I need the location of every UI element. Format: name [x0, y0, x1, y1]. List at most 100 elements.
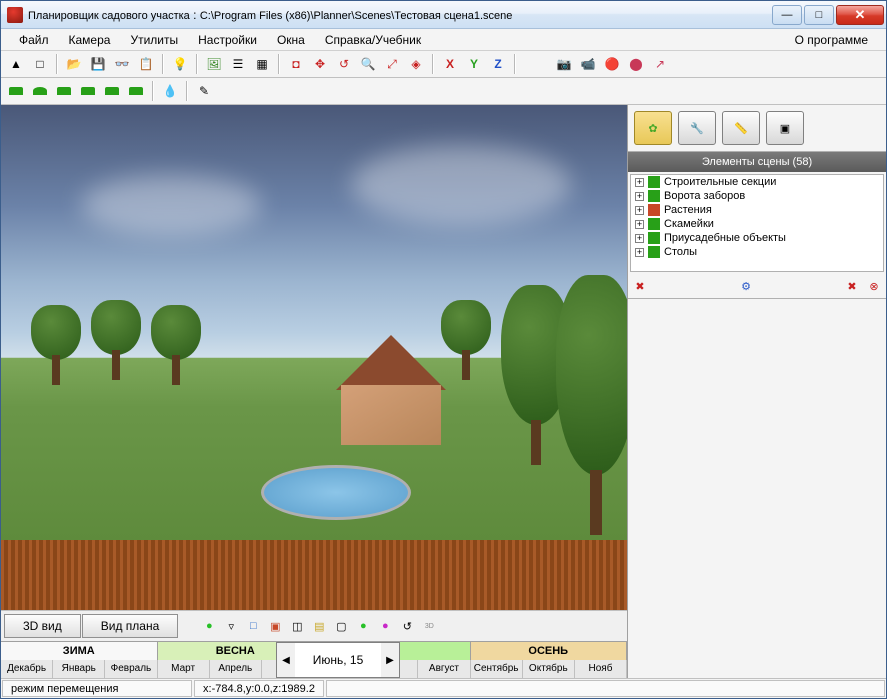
- view-plan-button[interactable]: Вид плана: [82, 614, 179, 638]
- expand-icon[interactable]: +: [635, 220, 644, 229]
- menu-camera[interactable]: Камера: [59, 30, 121, 50]
- camera4-icon[interactable]: ⬤: [625, 53, 647, 75]
- tool7-icon[interactable]: ●: [353, 616, 373, 636]
- tree-item-0[interactable]: +Строительные секции: [631, 175, 883, 189]
- tree-item-2[interactable]: +Растения: [631, 203, 883, 217]
- status-empty: [326, 680, 885, 697]
- tab-tools-icon[interactable]: 🔧: [678, 111, 716, 145]
- terrain-flat-icon[interactable]: [5, 80, 27, 102]
- water-icon[interactable]: 💧: [159, 80, 181, 102]
- config-icon[interactable]: ⚙: [737, 277, 755, 295]
- dot-green-icon[interactable]: ●: [199, 616, 219, 636]
- scene-tree[interactable]: +Строительные секции +Ворота заборов +Ра…: [630, 174, 884, 272]
- minimize-button[interactable]: —: [772, 5, 802, 25]
- tab-box-icon[interactable]: ▣: [766, 111, 804, 145]
- tree-item-5[interactable]: +Столы: [631, 245, 883, 259]
- tab-scene-icon[interactable]: ✿: [634, 111, 672, 145]
- terrain-smooth-icon[interactable]: [125, 80, 147, 102]
- terrain-valley-icon[interactable]: [53, 80, 75, 102]
- menu-about[interactable]: О программе: [785, 30, 878, 50]
- date-control: ◀ Июнь, 15 ▶: [276, 642, 400, 678]
- tab-measure-icon[interactable]: 📏: [722, 111, 760, 145]
- pointer-icon[interactable]: ▲: [5, 53, 27, 75]
- eyedropper-icon[interactable]: ✎: [193, 80, 215, 102]
- axis-z-button[interactable]: Z: [487, 53, 509, 75]
- 3d-viewport[interactable]: [1, 105, 627, 610]
- panel-content: [628, 299, 886, 678]
- tool4-icon[interactable]: ◫: [287, 616, 307, 636]
- app-window: Планировщик садового участка : C:\Progra…: [0, 0, 887, 699]
- tree-item-1[interactable]: +Ворота заборов: [631, 189, 883, 203]
- month-oct[interactable]: Октябрь: [523, 660, 575, 678]
- menu-file[interactable]: Файл: [9, 30, 59, 50]
- zoom-icon[interactable]: 🔍: [357, 53, 379, 75]
- camera5-icon[interactable]: ↗: [649, 53, 671, 75]
- copy-icon[interactable]: 📋: [135, 53, 157, 75]
- terrain-lower-icon[interactable]: [101, 80, 123, 102]
- date-next-button[interactable]: ▶: [381, 643, 399, 677]
- tool3-icon[interactable]: ▣: [265, 616, 285, 636]
- open-icon[interactable]: 📂: [63, 53, 85, 75]
- camera3-icon[interactable]: 🔴: [601, 53, 623, 75]
- camera2-icon[interactable]: 📹: [577, 53, 599, 75]
- view-3d-button[interactable]: 3D вид: [4, 614, 81, 638]
- tool10-icon[interactable]: 3D: [419, 616, 439, 636]
- expand-icon[interactable]: +: [635, 178, 644, 187]
- list-icon[interactable]: ☰: [227, 53, 249, 75]
- season-winter[interactable]: ЗИМА: [1, 642, 158, 660]
- month-apr[interactable]: Апрель: [210, 660, 262, 678]
- move-icon[interactable]: ✥: [309, 53, 331, 75]
- building-icon: [648, 176, 660, 188]
- tool9-icon[interactable]: ↺: [397, 616, 417, 636]
- new-icon[interactable]: □: [29, 53, 51, 75]
- menu-windows[interactable]: Окна: [267, 30, 315, 50]
- camera-icon[interactable]: 📷: [553, 53, 575, 75]
- expand-icon[interactable]: +: [635, 192, 644, 201]
- terrain-raise-icon[interactable]: [77, 80, 99, 102]
- axis-y-button[interactable]: Y: [463, 53, 485, 75]
- tool2-icon[interactable]: □: [243, 616, 263, 636]
- close-button[interactable]: ✕: [836, 5, 884, 25]
- month-dec[interactable]: Декабрь: [1, 660, 53, 678]
- month-sep[interactable]: Сентябрь: [471, 660, 523, 678]
- expand-icon[interactable]: +: [635, 248, 644, 257]
- timeline: ЗИМА ВЕСНА ТО ОСЕНЬ ◀ Июнь, 15 ▶ Декабрь…: [1, 641, 627, 678]
- month-nov[interactable]: Нояб: [575, 660, 627, 678]
- gate-icon: [648, 190, 660, 202]
- tool8-icon[interactable]: ●: [375, 616, 395, 636]
- menu-settings[interactable]: Настройки: [188, 30, 267, 50]
- month-jan[interactable]: Январь: [53, 660, 105, 678]
- menu-help[interactable]: Справка/Учебник: [315, 30, 431, 50]
- month-aug[interactable]: Август: [418, 660, 470, 678]
- axis-x-button[interactable]: X: [439, 53, 461, 75]
- save-icon[interactable]: 💾: [87, 53, 109, 75]
- scale-icon[interactable]: ⤢: [381, 53, 403, 75]
- tool6-icon[interactable]: ▢: [331, 616, 351, 636]
- statusbar: режим перемещения x:-784.8,y:0.0,z:1989.…: [1, 678, 886, 698]
- tool-icon[interactable]: ◈: [405, 53, 427, 75]
- tool1-icon[interactable]: ▿: [221, 616, 241, 636]
- month-mar[interactable]: Март: [158, 660, 210, 678]
- maximize-button[interactable]: □: [804, 5, 834, 25]
- remove-icon[interactable]: ✖: [843, 277, 861, 295]
- terrain-hill-icon[interactable]: [29, 80, 51, 102]
- clear-icon[interactable]: ⊗: [865, 277, 883, 295]
- menu-utils[interactable]: Утилиты: [120, 30, 188, 50]
- lightbulb-icon[interactable]: 💡: [169, 53, 191, 75]
- binoculars-icon[interactable]: 👓: [111, 53, 133, 75]
- date-prev-button[interactable]: ◀: [277, 643, 295, 677]
- expand-icon[interactable]: +: [635, 206, 644, 215]
- delete-icon[interactable]: ✖: [631, 277, 649, 295]
- tree-item-3[interactable]: +Скамейки: [631, 217, 883, 231]
- box-icon[interactable]: ◘: [285, 53, 307, 75]
- tool5-icon[interactable]: ▤: [309, 616, 329, 636]
- grid-icon[interactable]: ▦: [251, 53, 273, 75]
- month-feb[interactable]: Февраль: [105, 660, 157, 678]
- expand-icon[interactable]: +: [635, 234, 644, 243]
- view-controls: 3D вид Вид плана ● ▿ □ ▣ ◫ ▤ ▢ ● ● ↺ 3D: [1, 610, 627, 641]
- season-autumn[interactable]: ОСЕНЬ: [471, 642, 628, 660]
- image-icon[interactable]: 🖼: [203, 53, 225, 75]
- plant-icon: [648, 204, 660, 216]
- tree-item-4[interactable]: +Приусадебные объекты: [631, 231, 883, 245]
- rotate-icon[interactable]: ↺: [333, 53, 355, 75]
